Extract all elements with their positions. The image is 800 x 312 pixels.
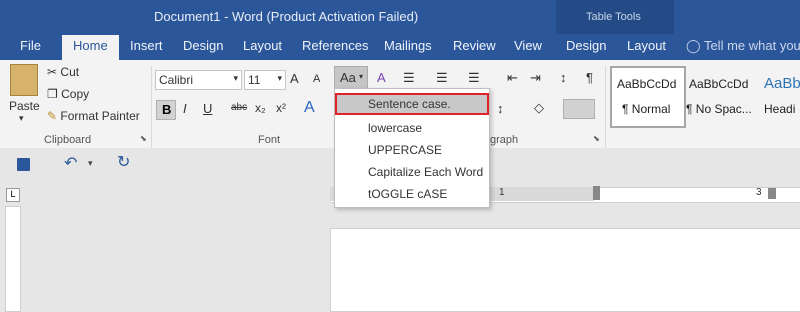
superscript-button[interactable]: x² (276, 101, 286, 115)
menu-item-toggle-case[interactable]: tOGGLE cASE (335, 183, 489, 205)
shrink-font-button[interactable]: A (313, 73, 320, 85)
copy-button[interactable]: ❐ Copy (47, 87, 89, 101)
increase-indent-icon[interactable]: ⇥ (530, 70, 541, 86)
borders-button[interactable] (563, 99, 595, 119)
tab-review[interactable]: Review (453, 38, 496, 53)
tab-selector-icon[interactable]: L (6, 188, 20, 202)
change-case-label: Aa (340, 70, 356, 85)
menu-item-uppercase[interactable]: UPPERCASE (335, 139, 489, 161)
redo-icon[interactable]: ↻ (117, 152, 130, 172)
menu-item-lowercase[interactable]: lowercase (335, 117, 489, 139)
tab-file[interactable]: File (20, 38, 41, 53)
chevron-down-icon[interactable]: ▾ (88, 158, 93, 169)
scissors-icon: ✂ (47, 65, 58, 79)
style-preview: AaBbCcDd (617, 77, 677, 91)
style-heading[interactable]: AaBbC Headi (762, 66, 800, 124)
menu-item-label: UPPERCASE (368, 143, 443, 157)
clear-formatting-icon[interactable]: A (377, 70, 386, 85)
style-name: Headi (764, 102, 796, 116)
paragraph-launcher-icon[interactable]: ⬊ (593, 134, 600, 143)
font-group-label: Font (258, 134, 281, 146)
window-title: Document1 - Word (Product Activation Fai… (154, 9, 419, 24)
tell-me-box[interactable]: ◯ Tell me what you (686, 38, 800, 54)
tab-design[interactable]: Design (183, 38, 223, 53)
bullets-icon[interactable]: ☰ (403, 70, 415, 86)
chevron-down-icon: ▾ (359, 72, 364, 81)
bold-button[interactable]: B (156, 100, 176, 120)
text-effects-button[interactable]: A (304, 99, 315, 117)
chevron-down-icon: ▾ (233, 73, 238, 83)
bold-label: B (162, 102, 172, 117)
tell-me-text: Tell me what you (703, 38, 800, 53)
save-icon[interactable] (17, 158, 30, 171)
tab-mailings[interactable]: Mailings (384, 38, 432, 53)
chevron-down-icon: ▾ (277, 73, 282, 83)
tab-table-design[interactable]: Design (566, 38, 606, 53)
font-size-box[interactable]: 11 ▾ (244, 70, 286, 90)
menu-item-sentence-case[interactable]: Sentence case. (335, 93, 489, 115)
menu-item-capitalize[interactable]: Capitalize Each Word (335, 161, 489, 183)
tab-view[interactable]: View (514, 38, 542, 53)
group-divider (605, 66, 606, 148)
paragraph-group-label: graph (490, 134, 519, 146)
underline-button[interactable]: U (203, 101, 212, 116)
menu-item-label: tOGGLE cASE (368, 187, 448, 201)
font-size-value: 11 (248, 73, 261, 87)
subscript-button[interactable]: x₂ (255, 101, 266, 115)
copy-label: Copy (61, 87, 90, 101)
tab-table-layout[interactable]: Layout (627, 38, 666, 53)
font-name-value: Calibri (159, 73, 194, 87)
paste-icon[interactable] (10, 64, 38, 96)
strikethrough-button[interactable]: abc (231, 102, 247, 113)
multilevel-list-icon[interactable]: ☰ (468, 70, 480, 86)
indent-marker[interactable] (593, 186, 600, 200)
document-page[interactable] (330, 228, 800, 312)
menu-item-label: lowercase (368, 121, 423, 135)
format-painter-button[interactable]: ✎ Format Painter (47, 109, 140, 123)
brush-icon: ✎ (47, 109, 58, 123)
clipboard-group-label: Clipboard (44, 134, 92, 146)
style-name: ¶ Normal (622, 102, 671, 116)
ruler-mark: 1 (499, 187, 505, 198)
ruler-mark: 3 (756, 187, 762, 198)
menu-item-label: Sentence case. (368, 97, 451, 111)
group-divider (151, 66, 152, 148)
shading-icon[interactable]: ◇ (534, 100, 544, 116)
style-no-spacing[interactable]: AaBbCcDd ¶ No Spac... (686, 66, 758, 124)
copy-icon: ❐ (47, 87, 58, 101)
grow-font-button[interactable]: A (290, 71, 299, 86)
pilcrow-icon[interactable]: ¶ (586, 70, 593, 85)
paste-dropdown-icon[interactable]: ▾ (19, 113, 24, 124)
menu-item-label: Capitalize Each Word (368, 165, 484, 179)
tab-home[interactable]: Home (73, 38, 108, 53)
line-spacing-icon[interactable]: ↕ (497, 101, 504, 116)
numbering-icon[interactable]: ☰ (436, 70, 448, 86)
style-name: ¶ No Spac... (686, 102, 752, 116)
font-name-box[interactable]: Calibri ▾ (155, 70, 242, 90)
decrease-indent-icon[interactable]: ⇤ (507, 70, 518, 86)
vertical-ruler (5, 206, 21, 312)
lightbulb-icon: ◯ (686, 38, 701, 53)
style-preview: AaBbC (764, 75, 800, 92)
paste-button[interactable]: Paste (9, 99, 40, 113)
change-case-menu: Sentence case. lowercase UPPERCASE Capit… (334, 88, 490, 208)
italic-button[interactable]: I (183, 101, 187, 116)
cut-button[interactable]: ✂ Cut (47, 65, 79, 79)
sort-icon[interactable]: ↕ (560, 70, 567, 85)
undo-icon[interactable]: ↶ (64, 153, 77, 173)
tab-references[interactable]: References (302, 38, 368, 53)
format-painter-label: Format Painter (60, 109, 140, 123)
tab-layout[interactable]: Layout (243, 38, 282, 53)
cut-label: Cut (60, 65, 80, 79)
table-tools-label: Table Tools (586, 11, 641, 23)
change-case-button[interactable]: Aa ▾ (334, 66, 368, 90)
clipboard-launcher-icon[interactable]: ⬊ (140, 134, 147, 143)
right-indent-marker[interactable] (768, 188, 776, 199)
style-preview: AaBbCcDd (689, 77, 749, 91)
tab-insert[interactable]: Insert (130, 38, 163, 53)
style-normal[interactable]: AaBbCcDd ¶ Normal (610, 66, 686, 128)
